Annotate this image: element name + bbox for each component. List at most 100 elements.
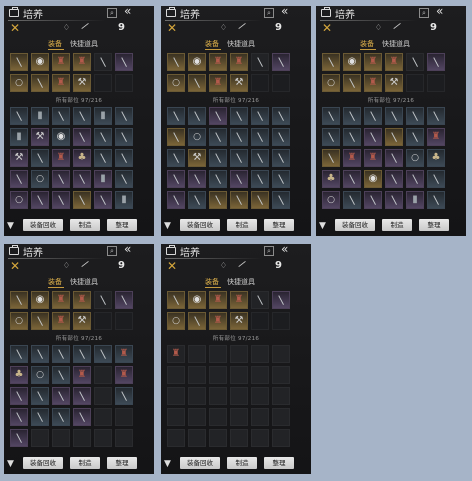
item-slot[interactable]: /: [385, 128, 403, 146]
pouch-icon[interactable]: ♢: [62, 23, 71, 33]
item-slot[interactable]: /: [73, 191, 91, 209]
craft-button[interactable]: 制造: [70, 457, 100, 469]
item-slot[interactable]: ○: [10, 191, 28, 209]
recycle-button[interactable]: 装备回收: [180, 457, 220, 469]
item-slot[interactable]: [167, 366, 185, 384]
item-slot[interactable]: /: [10, 429, 28, 447]
item-slot[interactable]: ○: [167, 74, 185, 92]
item-slot[interactable]: /: [115, 53, 133, 71]
item-slot[interactable]: [251, 366, 269, 384]
torch-icon[interactable]: /: [80, 259, 89, 270]
item-slot[interactable]: ⚒: [31, 128, 49, 146]
item-slot[interactable]: /: [188, 312, 206, 330]
item-slot[interactable]: ♣: [10, 366, 28, 384]
item-slot[interactable]: /: [10, 107, 28, 125]
item-slot[interactable]: [230, 408, 248, 426]
item-slot[interactable]: /: [343, 128, 361, 146]
item-slot[interactable]: /: [427, 170, 445, 188]
item-slot[interactable]: ♜: [52, 312, 70, 330]
item-slot[interactable]: [251, 387, 269, 405]
item-slot[interactable]: [94, 74, 112, 92]
item-slot[interactable]: /: [251, 107, 269, 125]
tab-equipment[interactable]: 装备: [205, 39, 219, 49]
back-icon[interactable]: «: [436, 6, 444, 18]
item-slot[interactable]: [115, 74, 133, 92]
close-icon[interactable]: ✕: [167, 21, 177, 35]
item-slot[interactable]: /: [322, 149, 340, 167]
item-slot[interactable]: /: [167, 149, 185, 167]
item-slot[interactable]: /: [115, 170, 133, 188]
item-slot[interactable]: /: [73, 107, 91, 125]
item-slot[interactable]: ♜: [343, 149, 361, 167]
item-slot[interactable]: /: [272, 128, 290, 146]
tab-equipment[interactable]: 装备: [48, 277, 62, 287]
item-slot[interactable]: /: [167, 53, 185, 71]
item-slot[interactable]: [73, 429, 91, 447]
item-slot[interactable]: ♜: [209, 53, 227, 71]
item-slot[interactable]: /: [230, 128, 248, 146]
item-slot[interactable]: /: [251, 128, 269, 146]
item-slot[interactable]: ♜: [52, 149, 70, 167]
item-slot[interactable]: ♜: [52, 291, 70, 309]
item-slot[interactable]: ♜: [364, 149, 382, 167]
item-slot[interactable]: /: [343, 74, 361, 92]
item-slot[interactable]: ⚒: [73, 74, 91, 92]
item-slot[interactable]: ♣: [322, 170, 340, 188]
close-icon[interactable]: ✕: [322, 21, 332, 35]
torch-icon[interactable]: /: [237, 259, 246, 270]
item-slot[interactable]: [209, 345, 227, 363]
item-slot[interactable]: /: [251, 53, 269, 71]
item-slot[interactable]: [209, 429, 227, 447]
recycle-button[interactable]: 装备回收: [180, 219, 220, 231]
item-slot[interactable]: [272, 408, 290, 426]
item-slot[interactable]: ⚒: [230, 312, 248, 330]
item-slot[interactable]: ○: [31, 170, 49, 188]
item-slot[interactable]: /: [343, 191, 361, 209]
item-slot[interactable]: /: [52, 366, 70, 384]
item-slot[interactable]: /: [251, 191, 269, 209]
item-slot[interactable]: /: [10, 345, 28, 363]
item-slot[interactable]: /: [31, 149, 49, 167]
pouch-icon[interactable]: ♢: [219, 23, 228, 33]
tab-equipment[interactable]: 装备: [48, 39, 62, 49]
filter-icon[interactable]: ▼: [164, 221, 171, 231]
item-slot[interactable]: /: [73, 345, 91, 363]
item-slot[interactable]: /: [343, 107, 361, 125]
item-slot[interactable]: ♜: [52, 74, 70, 92]
item-slot[interactable]: /: [10, 387, 28, 405]
item-slot[interactable]: /: [230, 149, 248, 167]
item-slot[interactable]: ♜: [73, 366, 91, 384]
item-slot[interactable]: /: [73, 408, 91, 426]
item-slot[interactable]: ♜: [167, 345, 185, 363]
item-slot[interactable]: /: [427, 107, 445, 125]
item-slot[interactable]: /: [94, 345, 112, 363]
item-slot[interactable]: ⚒: [385, 74, 403, 92]
item-slot[interactable]: /: [230, 191, 248, 209]
item-slot[interactable]: /: [209, 170, 227, 188]
filter-icon[interactable]: ▼: [319, 221, 326, 231]
item-slot[interactable]: [209, 366, 227, 384]
item-slot[interactable]: /: [31, 345, 49, 363]
item-slot[interactable]: ▮: [94, 107, 112, 125]
item-slot[interactable]: /: [272, 191, 290, 209]
item-slot[interactable]: /: [272, 107, 290, 125]
item-slot[interactable]: [115, 312, 133, 330]
item-slot[interactable]: /: [406, 170, 424, 188]
item-slot[interactable]: /: [272, 291, 290, 309]
item-slot[interactable]: [272, 345, 290, 363]
sort-button[interactable]: 整理: [264, 457, 294, 469]
item-slot[interactable]: /: [115, 107, 133, 125]
tab-quick-items[interactable]: 快捷道具: [227, 277, 255, 287]
item-slot[interactable]: ○: [31, 366, 49, 384]
item-slot[interactable]: ♜: [209, 312, 227, 330]
item-slot[interactable]: /: [10, 170, 28, 188]
item-slot[interactable]: /: [73, 387, 91, 405]
item-slot[interactable]: [427, 74, 445, 92]
item-slot[interactable]: /: [209, 107, 227, 125]
item-slot[interactable]: [272, 312, 290, 330]
item-slot[interactable]: ♜: [73, 291, 91, 309]
item-slot[interactable]: /: [209, 128, 227, 146]
search-icon[interactable]: ⌕: [419, 8, 429, 18]
item-slot[interactable]: ○: [322, 191, 340, 209]
item-slot[interactable]: ◉: [52, 128, 70, 146]
